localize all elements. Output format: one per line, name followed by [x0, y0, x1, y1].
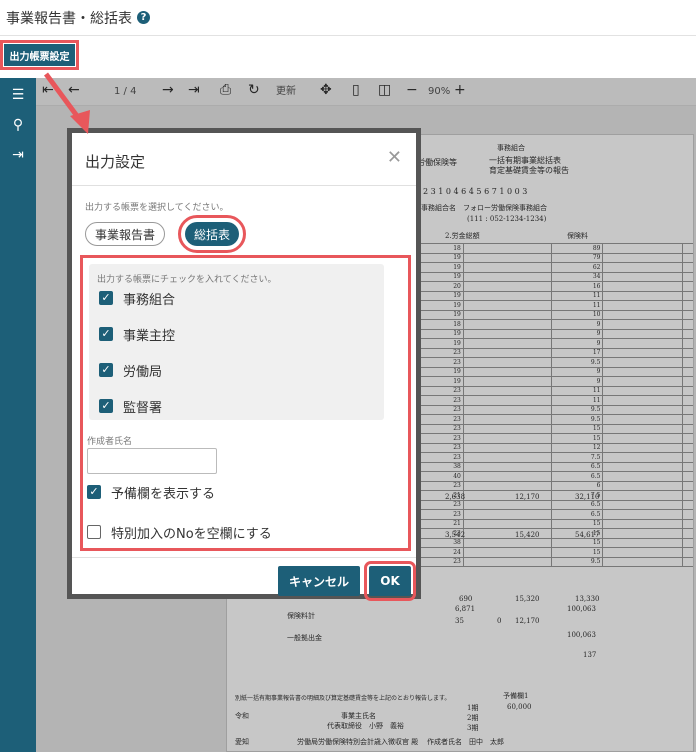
select-hint: 出力する帳票を選択してください。: [85, 203, 229, 213]
checkbox-jimu-kumiai[interactable]: ✓ 事務組合: [99, 288, 175, 308]
checkbox-empty-icon: [87, 525, 101, 539]
tab-business-report[interactable]: 事業報告書: [85, 222, 165, 246]
app-header: 事業報告書・総括表 ?: [0, 0, 696, 36]
check-hint: 出力する帳票にチェックを入れてください。: [97, 275, 277, 285]
checkbox-kantokusho[interactable]: ✓ 監督署: [99, 396, 162, 416]
check-icon: ✓: [99, 291, 113, 305]
divider: [72, 185, 416, 186]
checkbox-panel: 出力する帳票にチェックを入れてください。 ✓ 事務組合 ✓ 事業主控 ✓ 労働局 ✓ 監…: [80, 255, 411, 551]
report-checklist: 出力する帳票にチェックを入れてください。 ✓ 事務組合 ✓ 事業主控 ✓ 労働局 ✓ 監…: [89, 264, 384, 420]
cancel-button[interactable]: キャンセル: [278, 566, 360, 596]
export-icon[interactable]: ⇥: [9, 146, 27, 164]
checkbox-show-reserve[interactable]: ✓ 予備欄を表示する: [87, 482, 215, 502]
check-icon: ✓: [99, 399, 113, 413]
check-icon: ✓: [87, 485, 101, 499]
menu-icon[interactable]: ☰: [9, 86, 27, 104]
output-settings-dialog: 出力設定 ✕ 出力する帳票を選択してください。 事業報告書 総括表 出力する帳票…: [67, 128, 421, 601]
help-icon[interactable]: ?: [137, 11, 150, 24]
author-label: 作成者氏名: [87, 437, 133, 447]
dialog-title: 出力設定: [85, 153, 146, 171]
search-icon[interactable]: ⚲: [9, 116, 27, 134]
checkbox-jigyonushi[interactable]: ✓ 事業主控: [99, 324, 175, 344]
page-title: 事業報告書・総括表: [6, 10, 132, 27]
tab-summary-table[interactable]: 総括表: [178, 215, 246, 253]
author-input[interactable]: [87, 448, 217, 474]
checkbox-blank-special-no[interactable]: 特別加入のNoを空欄にする: [87, 522, 272, 542]
ok-button[interactable]: OK: [364, 561, 416, 601]
output-settings-button[interactable]: 出力帳票設定: [0, 40, 79, 70]
pointer-arrow: [43, 72, 90, 134]
divider: [72, 557, 416, 558]
left-sidebar: ☰ ⚲ ⇥: [0, 78, 36, 752]
checkbox-rodokyoku[interactable]: ✓ 労働局: [99, 360, 162, 380]
close-icon[interactable]: ✕: [387, 147, 402, 168]
check-icon: ✓: [99, 363, 113, 377]
check-icon: ✓: [99, 327, 113, 341]
